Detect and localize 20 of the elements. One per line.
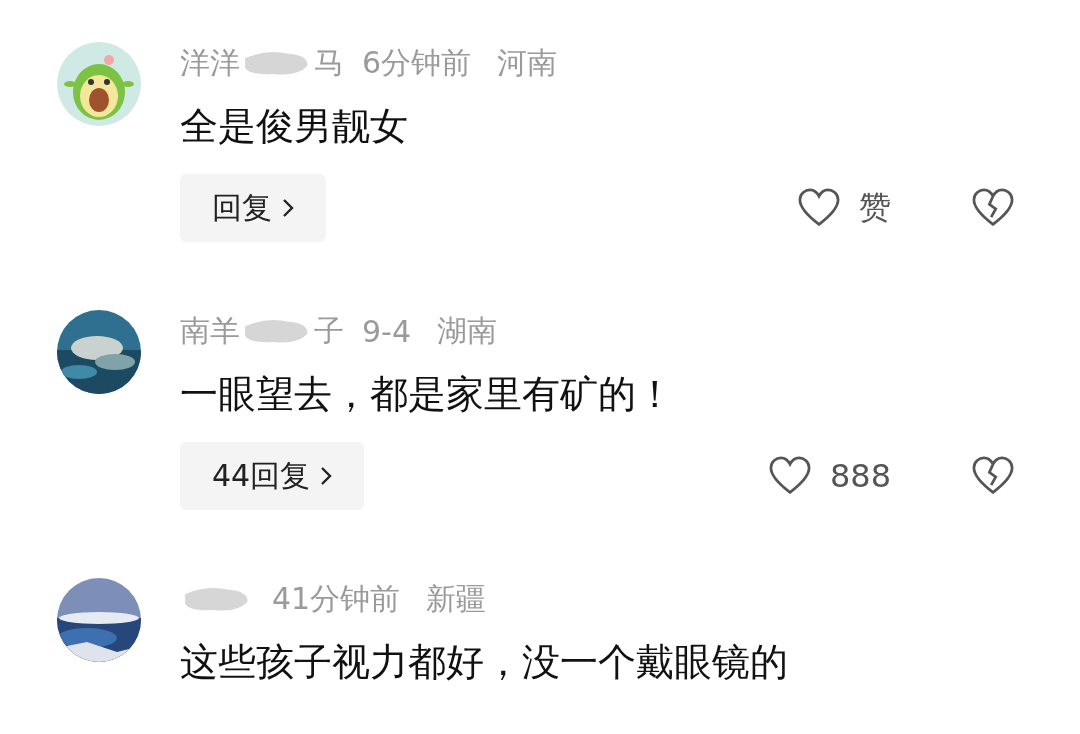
avocado-avatar-icon[interactable]	[57, 42, 141, 126]
broken-heart-icon[interactable]	[971, 188, 1015, 228]
comment-text: 全是俊男靓女	[180, 103, 409, 150]
comment-text: 一眼望去，都是家里有矿的！	[180, 371, 675, 418]
comment-time: 41分钟前	[272, 579, 401, 618]
like-count[interactable]: 888	[829, 457, 891, 495]
reply-button[interactable]: 回复	[180, 174, 326, 242]
comment-region: 湖南	[437, 311, 497, 350]
reply-button[interactable]: 44回复	[180, 442, 365, 510]
heart-icon[interactable]	[767, 456, 812, 496]
comment-time: 6分钟前	[362, 43, 472, 82]
like-count[interactable]: 赞	[859, 186, 891, 230]
comment-time: 9-4	[362, 313, 411, 349]
comment-text: 这些孩子视力都好，没一个戴眼镜的	[180, 639, 789, 686]
comment-region: 新疆	[426, 579, 487, 618]
comment-region: 河南	[497, 43, 558, 82]
heart-icon[interactable]	[797, 188, 841, 228]
chevron-right-icon	[320, 466, 333, 486]
chevron-right-icon	[282, 198, 294, 218]
broken-heart-icon[interactable]	[971, 456, 1015, 496]
